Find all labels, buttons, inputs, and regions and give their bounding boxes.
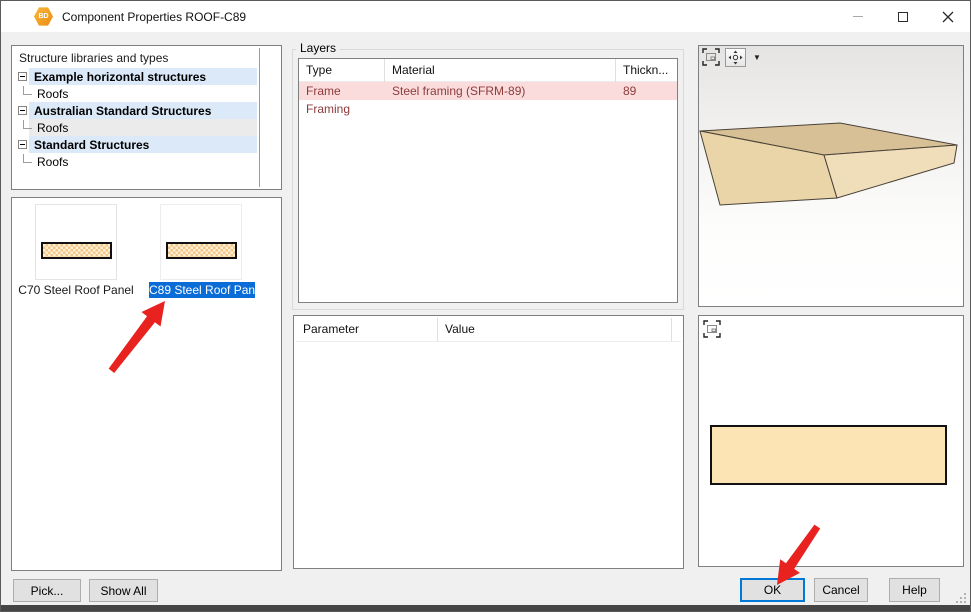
tree-item-label: Example horizontal structures — [34, 70, 206, 84]
hatched-panel-preview — [41, 242, 112, 259]
tree-item-label: Roofs — [37, 121, 68, 135]
slab-2d-render — [710, 425, 947, 485]
tree-item-roofs-3[interactable]: Roofs — [14, 153, 281, 170]
titlebar: BD Component Properties ROOF-C89 — [1, 1, 970, 32]
column-header-thickness[interactable]: Thickn... — [616, 59, 677, 82]
expand-minus-icon[interactable] — [18, 140, 27, 149]
layers-table-header: Type Material Thickn... — [299, 59, 677, 82]
thumbnail-c70[interactable] — [35, 204, 117, 280]
column-header-value[interactable]: Value — [438, 318, 672, 341]
tree-item-roofs-1[interactable]: Roofs — [14, 85, 281, 102]
resize-grip-icon[interactable] — [955, 592, 967, 604]
component-thumbnails-panel: C70 Steel Roof Panel C89 Steel Roof Pane… — [11, 197, 282, 571]
close-icon — [942, 11, 954, 23]
help-button[interactable]: Help — [889, 578, 940, 602]
column-header-material[interactable]: Material — [385, 59, 616, 82]
tree-header: Structure libraries and types — [14, 49, 281, 68]
tree-item-roofs-2-selected[interactable]: Roofs — [14, 119, 281, 136]
minimize-icon — [853, 16, 863, 17]
close-button[interactable] — [925, 1, 970, 32]
zoom-extents-button-2d[interactable] — [703, 320, 721, 338]
tree-item-standard-structures[interactable]: Standard Structures — [14, 136, 281, 153]
tree-item-label: Roofs — [37, 155, 68, 169]
preview-2d-panel[interactable] — [698, 315, 964, 567]
app-icon: BD — [34, 7, 53, 26]
tree-divider — [259, 48, 260, 187]
layer-type-cell: Frame Framing — [299, 82, 385, 100]
window-title: Component Properties ROOF-C89 — [62, 10, 246, 24]
component-properties-dialog: BD Component Properties ROOF-C89 Structu… — [0, 0, 971, 612]
layer-material-cell: Steel framing (SFRM-89) — [385, 82, 616, 100]
window-controls — [835, 1, 970, 32]
hatched-panel-preview — [166, 242, 237, 259]
tree-item-label: Standard Structures — [34, 138, 149, 152]
layer-thickness-cell: 89 — [616, 82, 677, 100]
tree-item-australian-standard-structures[interactable]: Australian Standard Structures — [14, 102, 281, 119]
maximize-button[interactable] — [880, 1, 925, 32]
expand-minus-icon[interactable] — [18, 72, 27, 81]
tree-connector-icon — [23, 86, 32, 95]
slab-3d-render — [699, 46, 963, 306]
tree-item-example-horizontal-structures[interactable]: Example horizontal structures — [14, 68, 281, 85]
parameters-table: Parameter Value — [293, 315, 684, 569]
layer-row-frame-framing[interactable]: Frame Framing Steel framing (SFRM-89) 89 — [299, 82, 677, 100]
column-header-spacer — [672, 318, 681, 341]
expand-minus-icon[interactable] — [18, 106, 27, 115]
ok-button[interactable]: OK — [740, 578, 805, 602]
layers-group-label: Layers — [296, 42, 340, 55]
window-bottom-border — [1, 605, 970, 611]
thumbnail-c89[interactable] — [160, 204, 242, 280]
column-header-parameter[interactable]: Parameter — [296, 318, 438, 341]
tree-connector-icon — [23, 154, 32, 163]
pick-button[interactable]: Pick... — [13, 579, 81, 602]
layers-table: Type Material Thickn... Frame Framing St… — [298, 58, 678, 303]
structure-tree-panel: Structure libraries and types Example ho… — [11, 45, 282, 190]
cancel-button[interactable]: Cancel — [814, 578, 868, 602]
thumbnail-label-c89-selected[interactable]: C89 Steel Roof Panel — [149, 282, 255, 298]
minimize-button[interactable] — [835, 1, 880, 32]
zoom-extents-icon — [703, 320, 721, 338]
tree-item-label: Australian Standard Structures — [34, 104, 211, 118]
preview-3d-panel[interactable]: ▼ — [698, 45, 964, 307]
thumbnail-label-c70[interactable]: C70 Steel Roof Panel — [12, 282, 140, 298]
column-header-type[interactable]: Type — [299, 59, 385, 82]
tree-item-label: Roofs — [37, 87, 68, 101]
show-all-button[interactable]: Show All — [89, 579, 158, 602]
tree-connector-icon — [23, 120, 32, 129]
maximize-icon — [898, 12, 908, 22]
parameters-table-header: Parameter Value — [296, 318, 681, 342]
